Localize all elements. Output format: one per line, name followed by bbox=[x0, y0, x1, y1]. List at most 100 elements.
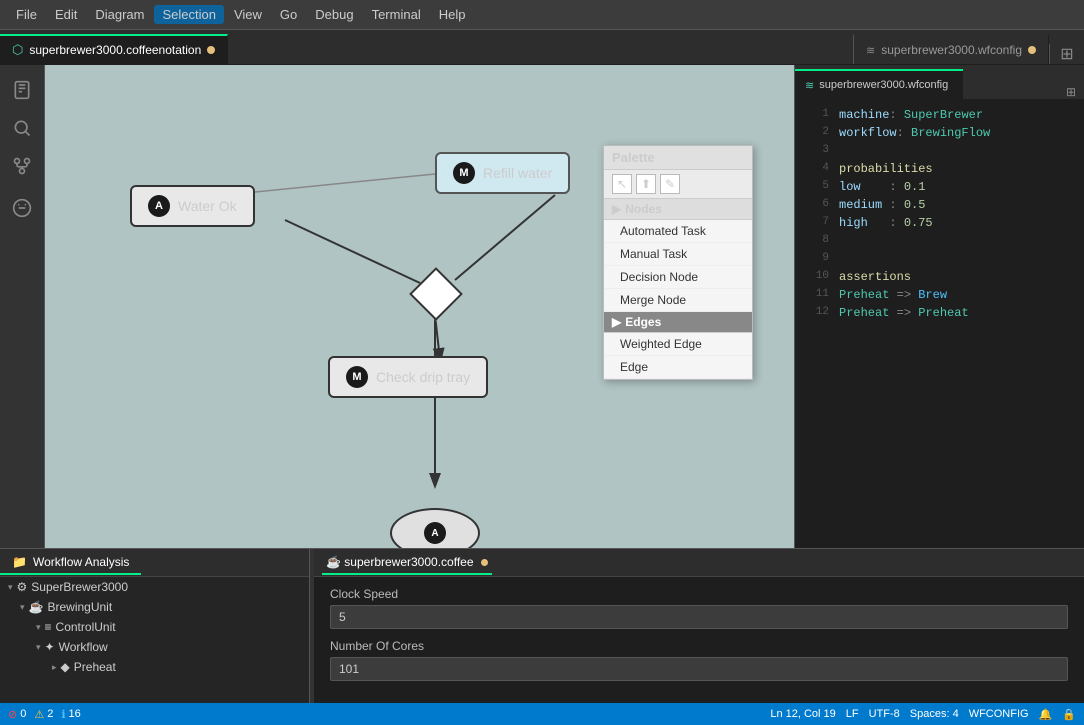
status-spaces[interactable]: Spaces: 4 bbox=[910, 708, 959, 720]
palette-title: Palette bbox=[612, 150, 655, 165]
tree-item[interactable]: ▾ ⚙ SuperBrewer3000 bbox=[0, 577, 309, 597]
line-content: high : 0.75 bbox=[839, 216, 933, 234]
palette-header: Palette bbox=[604, 146, 752, 170]
status-left: ⊘ 0 ⚠ 2 ℹ 16 bbox=[8, 708, 81, 721]
menu-selection[interactable]: Selection bbox=[154, 5, 223, 24]
menu-go[interactable]: Go bbox=[272, 5, 305, 24]
tree-item-label: ControlUnit bbox=[56, 620, 116, 634]
tree-collapse-icon: ▾ bbox=[20, 602, 25, 613]
code-line: 2workflow: BrewingFlow bbox=[795, 126, 1084, 144]
palette-item-decision[interactable]: Decision Node bbox=[604, 266, 752, 289]
menu-file[interactable]: File bbox=[8, 5, 45, 24]
sidebar-icon-git[interactable] bbox=[5, 149, 39, 183]
palette-item-merge[interactable]: Merge Node bbox=[604, 289, 752, 312]
tabbar: ⬡ superbrewer3000.coffeenotation ≋ super… bbox=[0, 30, 1084, 65]
line-number: 6 bbox=[799, 198, 829, 216]
status-errors[interactable]: ⊘ 0 bbox=[8, 708, 26, 721]
clock-speed-value[interactable]: 5 bbox=[330, 605, 1068, 629]
tree-item[interactable]: ▾ ≡ ControlUnit bbox=[0, 617, 309, 637]
statusbar: ⊘ 0 ⚠ 2 ℹ 16 Ln 12, Col 19 LF UTF-8 Spac… bbox=[0, 703, 1084, 725]
code-tab-wfconfig[interactable]: ≋ superbrewer3000.wfconfig bbox=[795, 69, 963, 99]
tab-coffeenotation[interactable]: ⬡ superbrewer3000.coffeenotation bbox=[0, 34, 228, 64]
status-mode[interactable]: WFCONFIG bbox=[969, 708, 1029, 720]
tree-item[interactable]: ▾ ✦ Workflow bbox=[0, 637, 309, 657]
palette-tools: ↖ ⬆ ✎ bbox=[604, 170, 752, 199]
bottom-left-panel: 📁 Workflow Analysis ▾ ⚙ SuperBrewer3000▾… bbox=[0, 549, 310, 703]
tree-item-label: BrewingUnit bbox=[47, 600, 112, 614]
status-info[interactable]: ℹ 16 bbox=[61, 708, 80, 721]
code-line: 6medium : 0.5 bbox=[795, 198, 1084, 216]
tree-item-label: Workflow bbox=[59, 640, 108, 654]
status-position[interactable]: Ln 12, Col 19 bbox=[770, 708, 835, 720]
palette-tool-select[interactable]: ↖ bbox=[612, 174, 632, 194]
tab-dot-wfconfig bbox=[1028, 46, 1036, 54]
code-tab-filename: superbrewer3000.wfconfig bbox=[819, 79, 948, 91]
node-water-ok[interactable]: A Water Ok bbox=[130, 185, 255, 227]
status-encoding[interactable]: LF bbox=[846, 708, 859, 720]
palette-arrow-edges: ▶ bbox=[612, 315, 621, 329]
tree-item[interactable]: ▸ ◆ Preheat bbox=[0, 657, 309, 677]
tab-filename-wfconfig: superbrewer3000.wfconfig bbox=[881, 43, 1022, 57]
tab-workflow-analysis[interactable]: 📁 Workflow Analysis bbox=[0, 551, 141, 575]
code-line: 8 bbox=[795, 234, 1084, 252]
sidebar-icon-file[interactable] bbox=[5, 73, 39, 107]
menu-terminal[interactable]: Terminal bbox=[364, 5, 429, 24]
tree-item-label: SuperBrewer3000 bbox=[31, 580, 128, 594]
node-decision[interactable] bbox=[417, 275, 455, 313]
status-warnings[interactable]: ⚠ 2 bbox=[34, 708, 53, 721]
clock-speed-label: Clock Speed bbox=[330, 587, 1068, 601]
node-water-ok-text: Water Ok bbox=[178, 198, 237, 214]
line-number: 10 bbox=[799, 270, 829, 288]
menu-diagram[interactable]: Diagram bbox=[87, 5, 152, 24]
code-line: 9 bbox=[795, 252, 1084, 270]
status-bell[interactable]: 🔔 bbox=[1039, 708, 1053, 721]
line-number: 7 bbox=[799, 216, 829, 234]
palette-section-nodes[interactable]: ▶ Nodes bbox=[604, 199, 752, 220]
code-panel-resize[interactable]: ⊞ bbox=[1058, 85, 1084, 99]
line-content: assertions bbox=[839, 270, 911, 288]
line-number: 2 bbox=[799, 126, 829, 144]
num-cores-label: Number Of Cores bbox=[330, 639, 1068, 653]
menu-debug[interactable]: Debug bbox=[307, 5, 361, 24]
tree-item[interactable]: ▾ ☕ BrewingUnit bbox=[0, 597, 309, 617]
node-bottom-partial[interactable]: A bbox=[390, 508, 480, 548]
palette-item-automated[interactable]: Automated Task bbox=[604, 220, 752, 243]
tree-item-icon: ✦ bbox=[45, 640, 55, 654]
sidebar-icons bbox=[0, 65, 45, 548]
status-charset[interactable]: UTF-8 bbox=[869, 708, 900, 720]
menu-view[interactable]: View bbox=[226, 5, 270, 24]
sidebar-icon-debug[interactable] bbox=[5, 191, 39, 225]
code-panel: ≋ superbrewer3000.wfconfig ⊞ 1machine: S… bbox=[794, 65, 1084, 548]
node-refill-water[interactable]: M Refill water bbox=[435, 152, 570, 194]
menu-edit[interactable]: Edit bbox=[47, 5, 85, 24]
tab-icon-wfconfig: ≋ bbox=[866, 44, 875, 57]
menu-help[interactable]: Help bbox=[431, 5, 474, 24]
node-check-drip[interactable]: M Check drip tray bbox=[328, 356, 488, 398]
tree-item-label: Preheat bbox=[74, 660, 116, 674]
sidebar-icon-search[interactable] bbox=[5, 111, 39, 145]
palette-tool-up[interactable]: ⬆ bbox=[636, 174, 656, 194]
tree-item-icon: ☕ bbox=[29, 600, 44, 614]
tab-workflow-analysis-label: Workflow Analysis bbox=[33, 555, 129, 569]
bottom-right-content: Clock Speed 5 Number Of Cores 101 bbox=[314, 577, 1084, 703]
tab-coffee-file[interactable]: ☕ superbrewer3000.coffee bbox=[322, 551, 492, 575]
tree-collapse-icon: ▾ bbox=[8, 582, 13, 593]
line-number: 9 bbox=[799, 252, 829, 270]
tab-coffee-label: superbrewer3000.coffee bbox=[344, 555, 473, 569]
line-number: 11 bbox=[799, 288, 829, 306]
diagram-area[interactable]: A Water Ok M Refill water M Check drip t… bbox=[45, 65, 794, 548]
panel-layout-button[interactable]: ⊞ bbox=[1049, 44, 1084, 64]
code-line: 3 bbox=[795, 144, 1084, 162]
palette: Palette ↖ ⬆ ✎ ▶ Nodes Automated Task Man… bbox=[603, 145, 753, 380]
palette-item-edge[interactable]: Edge bbox=[604, 356, 752, 379]
palette-item-weighted-edge[interactable]: Weighted Edge bbox=[604, 333, 752, 356]
palette-tool-edit[interactable]: ✎ bbox=[660, 174, 680, 194]
tab-dot-notation bbox=[207, 46, 215, 54]
tab-wfconfig[interactable]: ≋ superbrewer3000.wfconfig bbox=[853, 34, 1049, 64]
num-cores-value[interactable]: 101 bbox=[330, 657, 1068, 681]
code-content[interactable]: 1machine: SuperBrewer2workflow: BrewingF… bbox=[795, 100, 1084, 548]
status-lock[interactable]: 🔒 bbox=[1062, 708, 1076, 721]
line-number: 3 bbox=[799, 144, 829, 162]
palette-item-manual[interactable]: Manual Task bbox=[604, 243, 752, 266]
palette-section-edges[interactable]: ▶ Edges bbox=[604, 312, 752, 333]
